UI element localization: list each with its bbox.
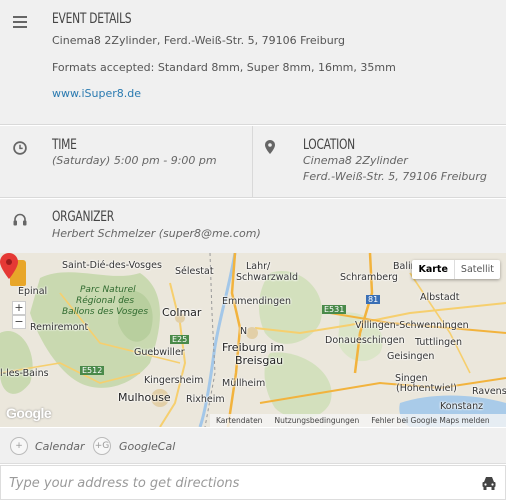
directions-address-input[interactable] [9,473,469,493]
map-label: Rixheim [186,394,225,405]
menu-icon [13,16,27,28]
map-label: Remiremont [30,322,89,333]
time-value: (Saturday) 5:00 pm - 9:00 pm [52,154,217,167]
map-label: Sélestat [175,266,214,277]
map-data-link[interactable]: Kartendaten [216,416,262,425]
map-type-map-button[interactable]: Karte [412,260,453,279]
map-label: Geisingen [387,351,435,362]
map-label: Régional des [76,296,135,306]
map-label: (Hohentwiel) [396,383,457,394]
map-label: Donaueschingen [325,335,405,346]
calendar-row: + Calendar +G GoogleCal [0,428,506,464]
road-label: E25 [170,335,190,344]
map-label: Breisgau [235,354,284,367]
time-location-section: TIME (Saturday) 5:00 pm - 9:00 pm LOCATI… [0,126,506,198]
event-details-section: EVENT DETAILS Cinema8 2Zylinder, Ferd.-W… [0,0,506,125]
map-type-satellite-button[interactable]: Satellit [453,260,500,279]
map-label: N [240,326,248,337]
location-line1: Cinema8 2Zylinder [303,154,408,167]
map-label: Ravens [472,386,506,397]
map-label: Ballons des Vosges [62,307,149,317]
time-heading: TIME [52,137,77,153]
organizer-value: Herbert Schmelzer (super8@me.com) [52,227,261,240]
map-type-control: Karte Satellit [412,260,500,279]
headphones-icon [13,213,27,226]
map-label: Villingen-Schwenningen [355,320,469,331]
map-label: Guebwiller [134,347,185,358]
zoom-out-button[interactable]: − [12,315,26,329]
map-label: Colmar [162,306,202,319]
road-label: E512 [80,366,105,375]
location-heading: LOCATION [303,137,355,153]
map-label: Saint-Dié-des-Vosges [62,260,162,271]
car-directions-icon[interactable] [481,475,497,491]
map-label: l-les-Bains [0,368,49,379]
organizer-section: ORGANIZER Herbert Schmelzer (super8@me.c… [0,199,506,253]
road-label: E531 [322,305,347,314]
map-label: Freiburg im [222,341,285,354]
map-marker-icon [265,140,275,154]
map-label: Emmendingen [222,296,291,307]
map-label: Albstadt [420,292,460,303]
map-label: Kingersheim [144,375,204,386]
google-calendar-link[interactable]: GoogleCal [119,440,175,453]
map-label: Lahr/ [246,261,271,272]
report-error-link[interactable]: Fehler bei Google Maps melden [371,416,489,425]
event-map[interactable]: Saint-Dié-des-Vosges Sélestat Lahr/ Schw… [0,253,506,427]
google-logo: Google [6,405,52,421]
map-footer: Kartendaten Nutzungsbedingungen Fehler b… [210,414,506,427]
section-divider [252,126,253,198]
map-label: Épinal [18,286,48,297]
calendar-link[interactable]: Calendar [35,440,84,453]
calendar-add-icon[interactable]: + [10,437,28,455]
directions-bar [0,465,506,500]
map-label: Schwarzwald [236,272,299,283]
terms-link[interactable]: Nutzungsbedingungen [274,416,359,425]
map-label: Parc Naturel [80,285,136,295]
event-website-link[interactable]: www.iSuper8.de [52,87,141,100]
google-calendar-icon[interactable]: +G [93,437,111,455]
clock-icon [13,141,27,155]
map-label: Müllheim [222,378,266,389]
location-line2: Ferd.-Weiß-Str. 5, 79106 Freiburg [303,170,487,183]
location-pin-icon[interactable] [0,253,18,279]
map-label: Tuttlingen [415,337,463,348]
event-details-heading: EVENT DETAILS [52,11,132,27]
event-address: Cinema8 2Zylinder, Ferd.-Weiß-Str. 5, 79… [52,34,345,47]
event-formats: Formats accepted: Standard 8mm, Super 8m… [52,61,396,74]
zoom-in-button[interactable]: + [12,301,26,315]
road-label: 81 [366,295,381,304]
map-label: Mulhouse [118,391,171,404]
organizer-heading: ORGANIZER [52,209,114,225]
map-label: Schramberg [340,272,398,283]
map-label: Konstanz [440,401,484,412]
